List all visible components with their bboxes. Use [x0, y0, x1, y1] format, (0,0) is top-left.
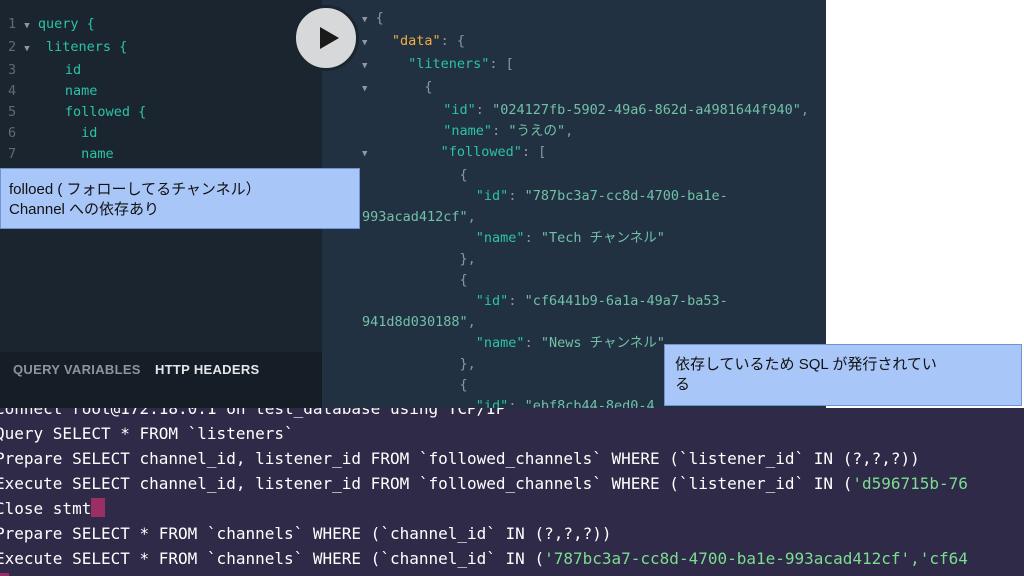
- fold-arrow-icon[interactable]: ▼: [362, 61, 367, 71]
- terminal-cursor: [91, 498, 106, 517]
- query-line: followed {: [64, 104, 147, 120]
- json-value: "Tech チャンネル": [540, 230, 665, 246]
- annotation-left: folloed ( フォローしてるチャンネル） Channel への依存あり: [0, 168, 360, 229]
- query-line: name: [64, 83, 98, 99]
- json-value: "News チャンネル": [540, 335, 665, 351]
- annotation-text: Channel への依存あり: [9, 201, 160, 218]
- json-key: "name": [475, 230, 525, 246]
- line-number: 5: [8, 104, 17, 120]
- fold-arrow-icon[interactable]: ▼: [362, 38, 367, 48]
- play-icon: [319, 27, 339, 49]
- log-line: Execute SELECT channel_id, listener_id F…: [0, 474, 853, 493]
- json-key: "name": [475, 335, 525, 351]
- json-key: "id": [475, 188, 509, 204]
- query-line: liteners {: [45, 39, 128, 55]
- fold-arrow-icon[interactable]: ▼: [362, 149, 367, 159]
- fold-arrow-icon[interactable]: ▼: [24, 44, 29, 54]
- annotation-text: る: [675, 376, 691, 393]
- json-value: 941d8d030188": [362, 314, 468, 330]
- query-line: id: [64, 62, 82, 78]
- fold-arrow-icon[interactable]: ▼: [24, 21, 29, 31]
- run-query-button[interactable]: [293, 5, 359, 71]
- fold-arrow-icon[interactable]: ▼: [362, 15, 367, 25]
- line-number: 1: [8, 16, 17, 32]
- json-value: "024127fb-5902-49a6-862d-a4981644f940": [492, 102, 801, 118]
- log-line: Connect root@172.18.0.1 on test_database…: [0, 408, 506, 418]
- json-key-data: "data": [391, 33, 441, 49]
- tab-query-variables[interactable]: QUERY VARIABLES: [13, 362, 141, 377]
- log-line: Close stmt: [0, 499, 92, 518]
- terminal-log: Connect root@172.18.0.1 on test_database…: [0, 408, 1024, 576]
- line-number: 4: [8, 83, 17, 99]
- log-line: Prepare SELECT * FROM `channels` WHERE (…: [0, 524, 612, 543]
- variables-panel-bar: [0, 352, 322, 408]
- json-value: "787bc3a7-cc8d-4700-ba1e-: [524, 188, 728, 204]
- log-string: ,'cf64: [910, 549, 968, 568]
- query-line: name: [81, 146, 114, 162]
- annotation-text: folloed ( フォローしてるチャンネル）: [9, 181, 261, 198]
- json-value: "cf6441b9-6a1a-49a7-ba53-: [524, 293, 728, 309]
- query-line: id: [81, 125, 98, 141]
- json-key: "id": [443, 102, 476, 118]
- annotation-right: 依存しているため SQL が発行されてい る: [664, 344, 1022, 406]
- json-key-liteners: "liteners": [408, 56, 490, 72]
- tab-http-headers[interactable]: HTTP HEADERS: [155, 362, 259, 377]
- fold-arrow-icon[interactable]: ▼: [362, 84, 367, 94]
- log-string: 'd596715b-76: [852, 474, 968, 493]
- json-key: "followed": [440, 144, 522, 160]
- log-line: Prepare SELECT channel_id, listener_id F…: [0, 449, 920, 468]
- line-number: 3: [8, 62, 17, 78]
- line-number: 6: [8, 125, 17, 141]
- json-key: "name": [443, 123, 493, 139]
- json-value: "うえの": [508, 123, 566, 139]
- line-number: 7: [8, 146, 17, 162]
- query-line: query {: [37, 16, 95, 32]
- log-lines: Connect root@172.18.0.1 on test_database…: [0, 408, 968, 576]
- log-string: '787bc3a7-cc8d-4700-ba1e-993acad412cf': [544, 549, 911, 568]
- json-value: 993acad412cf": [362, 209, 468, 225]
- log-line: Execute SELECT * FROM `channels` WHERE (…: [0, 549, 545, 568]
- json-key: "id": [475, 293, 509, 309]
- log-line: Query SELECT * FROM `listeners`: [0, 424, 294, 443]
- query-code: 1 ▼ query { 2 ▼ liteners { 3 id 4 name 5…: [8, 14, 146, 165]
- annotation-text: 依存しているため SQL が発行されてい: [675, 356, 937, 373]
- line-number: 2: [8, 39, 17, 55]
